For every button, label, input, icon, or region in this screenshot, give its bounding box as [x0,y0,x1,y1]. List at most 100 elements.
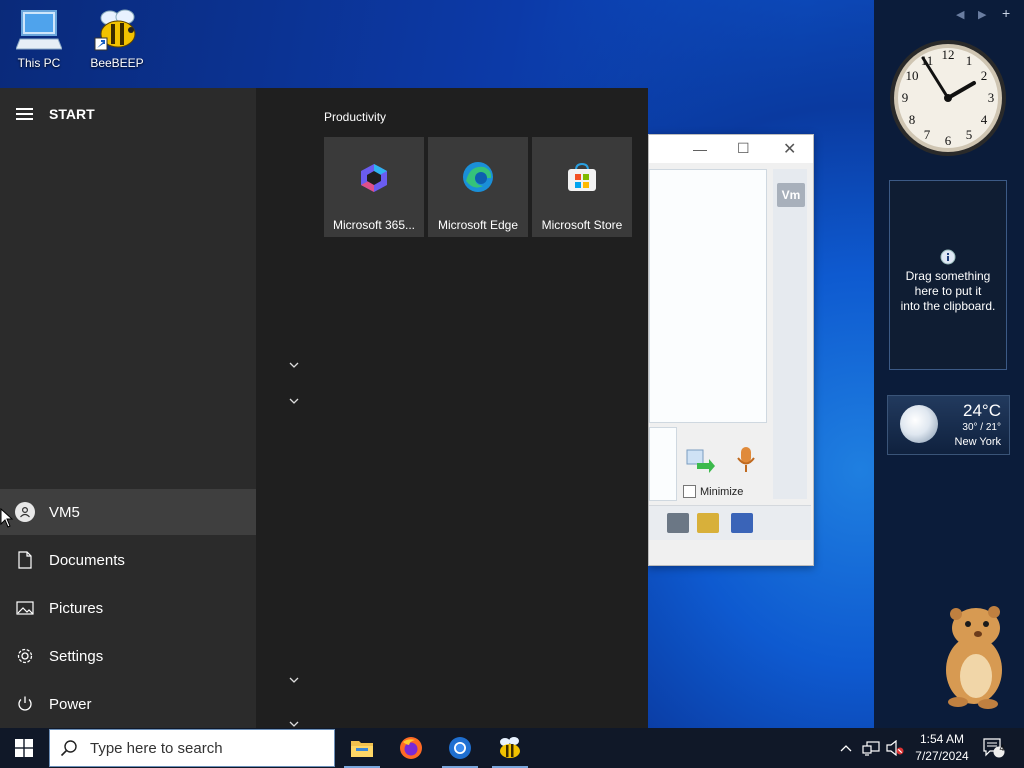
nav-item-user[interactable]: VM5 [0,489,256,535]
nav-item-label: VM5 [49,503,80,521]
taskbar-file-explorer[interactable] [338,728,386,768]
tile-microsoft-edge[interactable]: Microsoft Edge [428,137,528,237]
gear-icon [15,646,35,666]
svg-text:9: 9 [902,90,909,105]
weather-city: New York [954,436,1001,448]
gadget-prev-icon[interactable]: ◀ [956,8,964,21]
close-window-icon[interactable]: ✕ [783,139,796,159]
store-icon [532,137,632,197]
microphone-icon[interactable] [735,445,757,480]
search-input[interactable] [88,738,312,758]
file-explorer-icon [351,741,373,757]
desktop-icon-this-pc[interactable]: This PC [3,8,75,70]
tile-label: Microsoft 365... [332,218,416,232]
start-title: START [49,106,95,122]
svg-text:4: 4 [981,112,988,127]
toolbar-save-icon[interactable] [731,513,753,533]
minimize-window-icon[interactable]: — [693,141,707,157]
side-panel [773,169,807,499]
tile-label: Microsoft Store [541,218,623,232]
minimize-checkbox-row[interactable]: Minimize [683,485,743,498]
bee-icon [93,8,141,52]
svg-text:2: 2 [981,68,988,83]
weather-range: 30° / 21° [962,422,1001,433]
clipboard-message-line: here to put it [914,284,982,298]
computer-icon [15,8,63,52]
user-avatar-icon [15,502,35,522]
start-menu-nav: START VM5 Documents Pictures Settings Po… [0,88,256,728]
microsoft-365-icon [324,137,424,197]
background-window[interactable]: — ☐ ✕ Vm Minimize [648,134,814,566]
start-button[interactable] [0,728,48,768]
maximize-window-icon[interactable]: ☐ [737,140,750,157]
desktop-icon-label: BeeBEEP [90,56,144,70]
start-header[interactable]: START [16,106,95,122]
taskbar-beebeep[interactable] [486,728,534,768]
nav-item-documents[interactable]: Documents [0,537,256,583]
clipboard-message-line: into the clipboard. [900,299,996,313]
pictures-icon [15,598,35,618]
send-arrow-icon[interactable] [685,447,715,478]
moon-icon [900,405,938,443]
nav-item-settings[interactable]: Settings [0,633,256,679]
weather-temperature: 24°C [963,401,1001,420]
chevron-down-icon[interactable] [288,674,300,686]
svg-text:5: 5 [966,127,973,142]
nav-item-pictures[interactable]: Pictures [0,585,256,631]
clock-face: 12 1 2 3 4 5 6 7 8 9 10 11 [890,40,1006,156]
toolbar-tool-icon[interactable] [667,513,689,533]
clipboard-message-line: Drag something [905,269,991,283]
tile-group-title[interactable]: Productivity [324,110,386,124]
info-icon [890,249,1006,265]
windows-logo-icon [15,739,33,757]
window-toolbar [649,505,811,540]
weather-gadget[interactable]: 24°C 30° / 21° New York [887,395,1010,455]
window-titlebar[interactable]: — ☐ ✕ [649,135,813,163]
desktop-icon-beebeep[interactable]: BeeBEEP [81,8,153,70]
nav-item-label: Settings [49,647,104,665]
firefox-icon [400,737,422,759]
minimize-checkbox[interactable] [683,485,696,498]
vm-badge[interactable]: Vm [777,183,805,207]
notification-count-badge: 4 [999,743,1005,753]
chevron-down-icon[interactable] [288,395,300,407]
toolbar-edit-icon[interactable] [697,513,719,533]
volume-muted-icon[interactable] [884,728,906,768]
nav-item-power[interactable]: Power [0,681,256,727]
nav-item-label: Documents [49,551,125,569]
tile-label: Microsoft Edge [437,218,519,232]
add-gadget-icon[interactable]: + [1002,5,1010,21]
taskbar-chrome[interactable] [436,728,484,768]
taskbar-search[interactable] [49,729,335,767]
edge-icon [428,137,528,197]
svg-text:6: 6 [945,133,952,148]
minimize-label: Minimize [700,485,744,498]
taskbar-firefox[interactable] [387,728,435,768]
clock-time: 1:54 AM [919,732,965,746]
hamburger-menu-icon[interactable] [16,108,33,120]
tray-overflow-chevron-icon[interactable] [836,728,856,768]
gadget-next-icon[interactable]: ▶ [978,8,986,21]
document-icon [15,550,35,570]
clipboard-gadget[interactable]: Drag something here to put it into the c… [889,180,1007,370]
mouse-cursor-icon [0,508,14,528]
secondary-pane[interactable] [649,427,677,501]
clipboard-message: Drag something here to put it into the c… [890,269,1006,314]
tile-microsoft-store[interactable]: Microsoft Store [532,137,632,237]
taskbar: 1:54 AM 7/27/2024 4 [0,728,1024,768]
analog-clock: 12 1 2 3 4 5 6 7 8 9 10 11 [887,37,1009,159]
nav-item-label: Power [49,695,92,713]
clock-date: 7/27/2024 [915,749,969,763]
svg-text:1: 1 [966,53,973,68]
taskbar-clock[interactable]: 1:54 AM 7/27/2024 [904,731,980,765]
start-menu-tiles: Productivity Microsoft 365... Microsoft … [256,88,648,728]
svg-text:3: 3 [988,90,995,105]
notification-center-icon[interactable]: 4 [980,728,1008,768]
svg-text:8: 8 [909,112,916,127]
search-icon [60,739,80,757]
chevron-down-icon[interactable] [288,359,300,371]
network-icon[interactable] [860,728,882,768]
tile-microsoft-365[interactable]: Microsoft 365... [324,137,424,237]
content-pane[interactable] [649,169,767,423]
hamster-pet-icon[interactable] [938,604,1008,715]
